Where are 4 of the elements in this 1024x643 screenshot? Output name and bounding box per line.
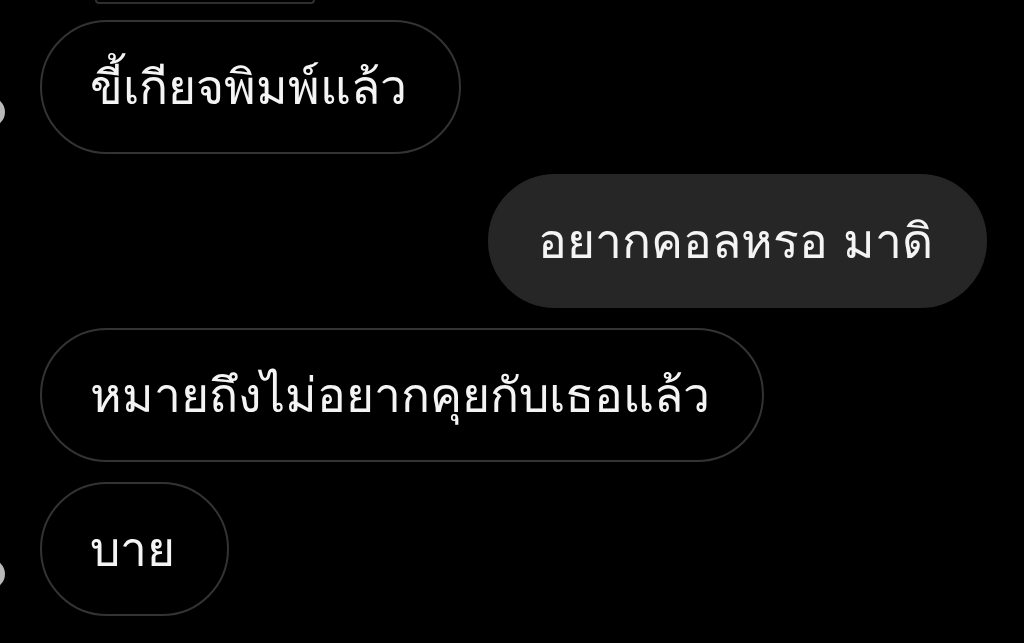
message-bubble: อยากคอลหรอ มาดิ xyxy=(487,174,987,308)
message-bubble: ขี้เกียจพิมพ์แล้ว xyxy=(40,20,461,154)
message-bubble: บาย xyxy=(40,482,229,616)
message-bubble: หมายถึงไม่อยากคุยกับเธอแล้ว xyxy=(40,328,764,462)
